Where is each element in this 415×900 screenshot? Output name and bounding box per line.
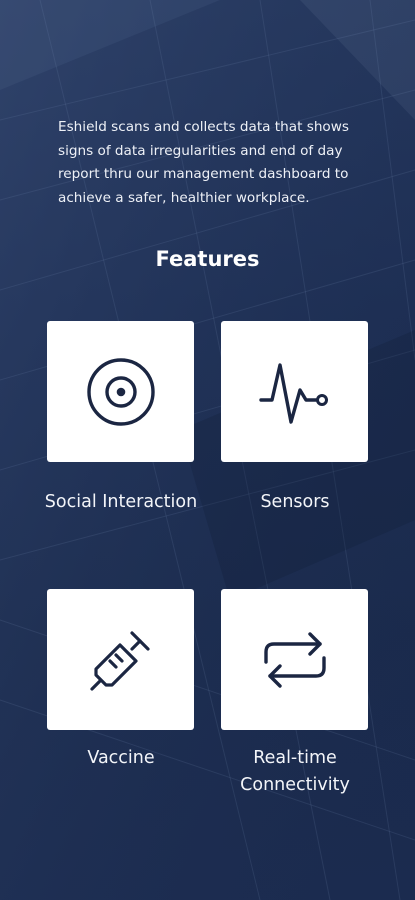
feature-card-real-time-connectivity[interactable]: [221, 589, 368, 730]
feature-label-real-time-connectivity: Real-time Connectivity: [240, 748, 350, 795]
features-heading: Features: [155, 247, 260, 271]
target-icon: [86, 357, 156, 427]
feature-card-social-interaction[interactable]: [47, 321, 194, 462]
intro-description: Eshield scans and collects data that sho…: [58, 119, 349, 206]
app-screen: Eshield scans and collects data that sho…: [0, 0, 415, 900]
feature-label-sensors: Sensors: [260, 492, 330, 512]
sync-arrows-icon: [262, 630, 328, 690]
pulse-icon: [258, 359, 331, 425]
feature-card-vaccine[interactable]: [47, 589, 194, 730]
feature-label-vaccine: Vaccine: [87, 748, 155, 768]
syringe-icon: [89, 628, 153, 692]
feature-card-sensors[interactable]: [221, 321, 368, 462]
feature-label-social-interaction: Social Interaction: [44, 492, 198, 512]
